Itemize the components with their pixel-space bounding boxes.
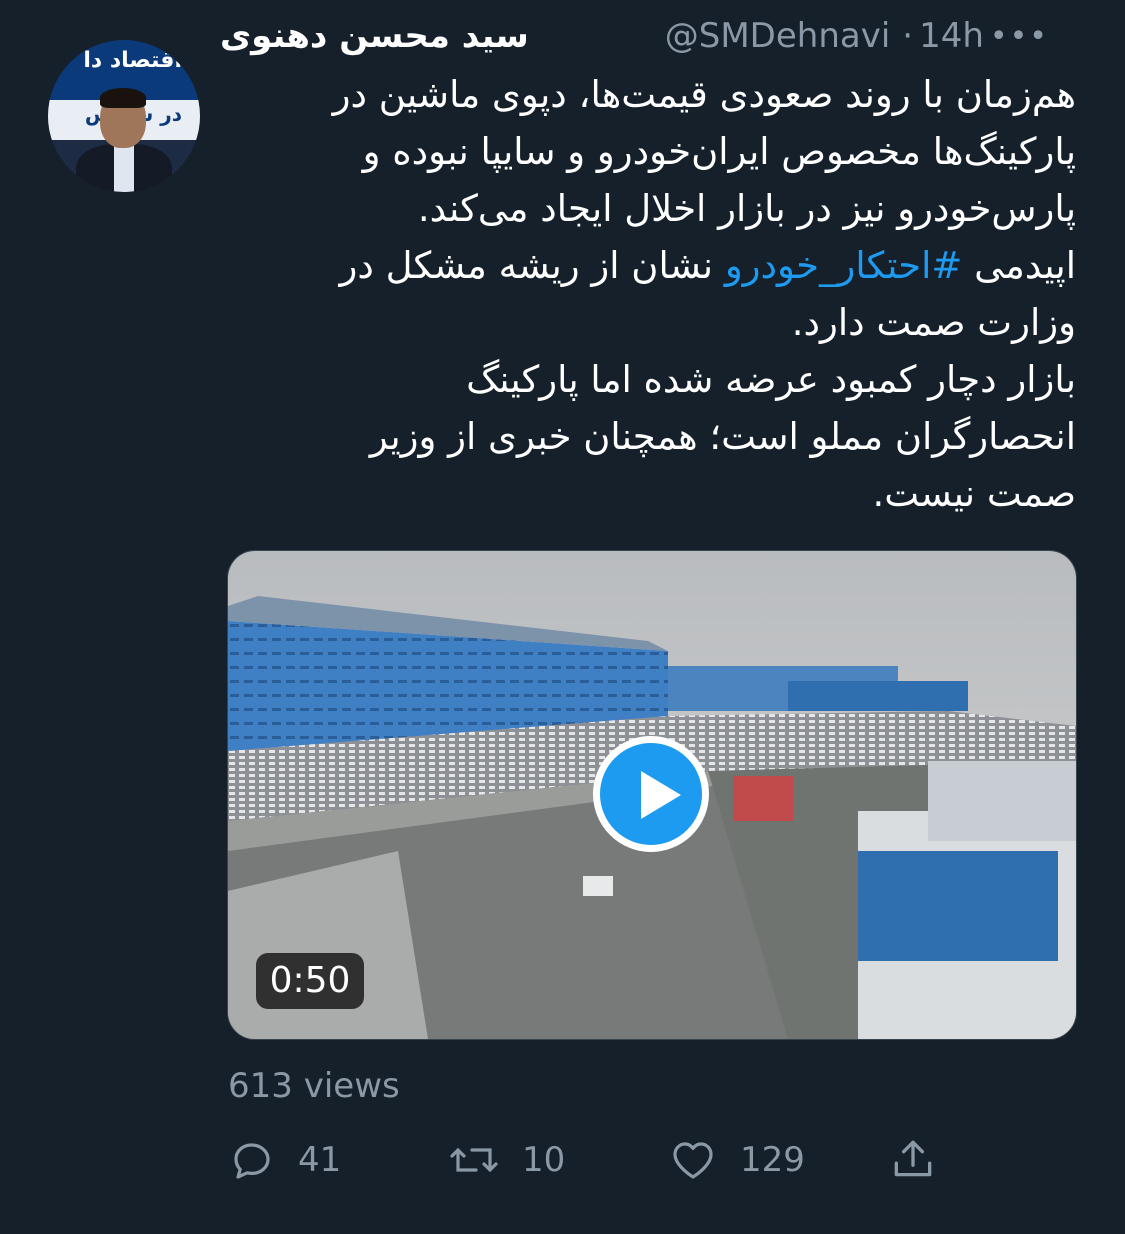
tweet-time[interactable]: 14h <box>919 16 984 56</box>
share-icon <box>894 1140 932 1177</box>
tweet-text: هم‌زمان با روند صعودی قیمت‌ها، دپوی ماشی… <box>228 66 1076 522</box>
video-duration-badge: 0:50 <box>256 953 364 1009</box>
retweet-icon <box>450 1148 498 1172</box>
avatar-banner-text: اقتصاد دا <box>83 48 182 73</box>
reply-count: 41 <box>298 1140 342 1180</box>
author-avatar[interactable]: اقتصاد دا در ســـس <box>48 40 200 192</box>
tweet-line: پارکینگ‌ها مخصوص ایران‌خودرو و سایپا نبو… <box>362 130 1076 173</box>
retweet-action[interactable]: 10 <box>448 1136 565 1184</box>
reply-action[interactable]: 41 <box>228 1136 341 1184</box>
play-button[interactable] <box>593 736 709 852</box>
tweet-line: هم‌زمان با روند صعودی قیمت‌ها، دپوی ماشی… <box>332 73 1076 116</box>
tweet-actions: 41 10 129 <box>228 1132 1077 1192</box>
author-name[interactable]: سید محسن دهنوی <box>220 16 529 56</box>
tweet-line: پارس‌خودرو نیز در بازار اخلال ایجاد می‌ک… <box>417 187 1076 230</box>
avatar-hair <box>100 88 146 108</box>
retweet-count: 10 <box>522 1140 566 1180</box>
more-options-icon[interactable]: ••• <box>990 19 1049 54</box>
view-count[interactable]: 613 views <box>228 1066 400 1106</box>
like-action[interactable]: 129 <box>668 1136 805 1184</box>
avatar-shirt <box>114 144 134 192</box>
author-handle[interactable]: @SMDehnavi <box>665 16 891 56</box>
tweet-line: انحصارگران مملو است؛ همچنان خبری از وزیر <box>369 415 1076 458</box>
share-action[interactable] <box>888 1134 938 1184</box>
separator-dot: · <box>902 16 914 56</box>
tweet-line: وزارت صمت دارد. <box>791 301 1076 344</box>
hashtag-link[interactable]: #احتکار_خودرو <box>725 244 963 287</box>
tweet-line: اپیدمی #احتکار_خودرو نشان از ریشه مشکل د… <box>228 237 1076 294</box>
tweet-line-part: اپیدمی <box>962 244 1076 287</box>
tweet-line: صمت نیست. <box>872 472 1076 515</box>
tweet-header: سید محسن دهنوی @SMDehnavi · 14h ••• <box>220 12 1077 60</box>
heart-icon <box>673 1142 713 1179</box>
tweet-line: بازار دچار کمبود عرضه شده اما پارکینگ <box>466 358 1076 401</box>
reply-icon <box>234 1143 270 1179</box>
like-count: 129 <box>740 1140 805 1180</box>
tweet-line-part: نشان از ریشه مشکل در <box>339 244 725 287</box>
